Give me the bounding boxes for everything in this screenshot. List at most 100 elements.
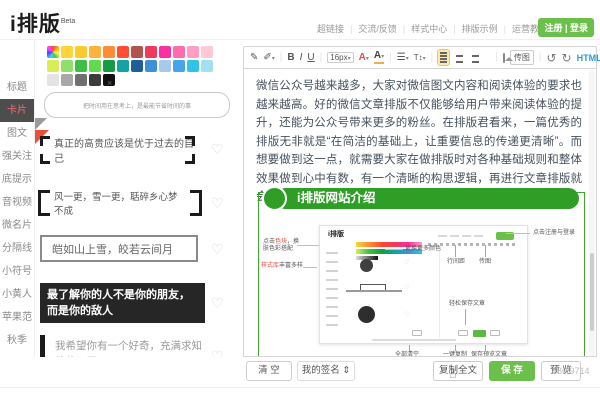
app-logo[interactable]: i排版Beta	[10, 8, 75, 38]
annotation-save: 轻松保存文章	[449, 301, 486, 307]
color-swatch[interactable]	[47, 60, 59, 72]
font-size-dropdown[interactable]: 16px▾	[327, 52, 354, 63]
color-swatch[interactable]	[89, 60, 101, 72]
color-swatch[interactable]	[117, 46, 129, 58]
nav-divider: |	[350, 23, 353, 34]
save-button[interactable]: 保 存	[489, 361, 535, 381]
font-color-button[interactable]: A▾	[359, 52, 369, 63]
style-card-rounded[interactable]: 把时间用在思考上，是最能节省时间的事	[44, 92, 230, 118]
align-justify-button[interactable]	[486, 50, 490, 65]
annotation-line	[409, 345, 410, 351]
color-swatch[interactable]	[159, 46, 171, 58]
color-swatch[interactable]	[61, 74, 73, 86]
color-swatch[interactable]	[61, 60, 73, 72]
sidebar-item-bottomtip[interactable]: 底提示	[0, 168, 34, 191]
register-login-button[interactable]: 注册 | 登录	[538, 18, 594, 37]
undo-icon[interactable]: ↺	[546, 51, 556, 65]
color-swatch[interactable]	[89, 74, 101, 86]
format-painter-icon[interactable]: ✎	[250, 52, 258, 63]
nav-layout-demo[interactable]: 排版示例	[462, 22, 498, 35]
style-card-side-brackets[interactable]: 风一更，雪一更，聒碎乡心梦不成	[38, 190, 202, 217]
color-swatch[interactable]	[187, 60, 199, 72]
sidebar-item-autumn[interactable]: 秋季	[0, 329, 34, 352]
favorite-heart-icon[interactable]: ♡	[211, 195, 224, 212]
color-swatch[interactable]	[173, 60, 185, 72]
underline-button[interactable]: U	[307, 52, 314, 63]
align-center-button[interactable]	[454, 50, 465, 65]
bracket-corner-icon	[185, 136, 195, 146]
align-left-button[interactable]	[437, 49, 451, 66]
clear-button[interactable]: 清 空	[246, 361, 292, 381]
sidebar-item-symbol[interactable]: 小符号	[0, 260, 34, 283]
list-dropdown[interactable]: ☰▾	[397, 52, 409, 63]
color-swatch[interactable]	[201, 60, 213, 72]
color-swatch[interactable]	[159, 60, 171, 72]
sidebar-item-audiovideo[interactable]: 音视频	[0, 191, 34, 214]
color-swatch[interactable]	[103, 60, 115, 72]
nav-feedback[interactable]: 交流/反馈	[358, 22, 397, 35]
color-palette-row3	[47, 74, 115, 86]
color-swatch[interactable]	[103, 46, 115, 58]
align-right-button[interactable]	[470, 50, 481, 65]
annotation-line	[455, 245, 456, 257]
footer-bar: 清 空 我的签名 ⇕ 复制全文 保 存 预 览 286/9714 ☝	[0, 357, 600, 400]
mini-divider	[439, 250, 440, 338]
html-source-button[interactable]: HTML	[577, 53, 600, 63]
image-icon[interactable]	[502, 52, 513, 63]
favorite-heart-icon[interactable]: ♡	[211, 295, 224, 312]
color-swatch[interactable]	[201, 46, 213, 58]
favorite-heart-icon[interactable]: ♡	[211, 241, 224, 258]
toolbar-divider: |	[430, 52, 434, 63]
style-card-plain-border[interactable]: 皑如山上雪，皎若云间月	[40, 235, 198, 262]
sidebar-item-apple[interactable]: 苹果范	[0, 306, 34, 329]
annotation-line	[385, 249, 403, 250]
annotation-palette: 点击色块，换 肤色彩搭配	[263, 239, 300, 252]
line-height-dropdown[interactable]: T↕▾	[414, 53, 426, 62]
color-swatch[interactable]	[131, 60, 143, 72]
color-swatch[interactable]	[131, 46, 143, 58]
toolbar-divider: |	[538, 52, 542, 63]
style-card-text: 风一更，雪一更，聒碎乡心梦不成	[54, 192, 178, 217]
color-swatch[interactable]	[117, 60, 129, 72]
sidebar-item-card[interactable]: 卡片	[0, 99, 34, 122]
italic-button[interactable]: I	[300, 52, 303, 63]
background-color-button[interactable]: A▾	[373, 51, 385, 64]
clear-format-icon[interactable]: ✐▾	[263, 52, 274, 63]
copy-all-button[interactable]: 复制全文	[433, 361, 483, 381]
sidebar-item-namecard[interactable]: 微名片	[0, 214, 34, 237]
color-swatch[interactable]	[61, 46, 73, 58]
annotation-line	[455, 345, 456, 351]
upload-image-button[interactable]: 传图	[509, 50, 534, 65]
color-swatch[interactable]	[75, 74, 87, 86]
annotation-line-height: 行间距	[447, 259, 466, 265]
color-swatch[interactable]	[47, 74, 59, 86]
my-signature-dropdown[interactable]: 我的签名 ⇕	[297, 361, 355, 381]
scrollbar-thumb[interactable]	[590, 253, 594, 331]
color-swatch[interactable]	[173, 46, 185, 58]
nav-style-center[interactable]: 样式中心	[411, 22, 447, 35]
sidebar-item-minion[interactable]: 小黄人	[0, 283, 34, 306]
sidebar-item-imagetext[interactable]: 图文	[0, 122, 34, 145]
sidebar-item-title[interactable]: 标题	[0, 76, 34, 99]
color-swatch[interactable]	[145, 60, 157, 72]
color-swatch[interactable]	[47, 46, 59, 58]
sidebar-item-follow[interactable]: 强关注	[0, 145, 34, 168]
mini-sidebar	[326, 252, 338, 326]
color-swatch[interactable]	[75, 60, 87, 72]
intro-title: i排版网站介绍	[275, 188, 579, 209]
favorite-heart-icon[interactable]: ♡	[211, 141, 224, 158]
redo-icon[interactable]: ↻	[562, 51, 572, 65]
nav-hyperlink[interactable]: 超链接	[317, 22, 344, 35]
color-swatch[interactable]	[145, 46, 157, 58]
color-swatch[interactable]	[187, 46, 199, 58]
style-list-panel: × 把时间用在思考上，是最能节省时间的事 真正的高贵应该是优于过去的自己 ♡ 风…	[35, 40, 237, 400]
sidebar-item-divider[interactable]: 分隔线	[0, 237, 34, 260]
bold-button[interactable]: B	[287, 52, 294, 63]
editor-content[interactable]: 微信公众号越来越多，大家对微信图文内容和阅读体验的要求也越来越高。好的微信文章排…	[243, 69, 597, 357]
color-swatch[interactable]	[89, 46, 101, 58]
annotation-line	[303, 267, 317, 268]
color-swatch[interactable]	[75, 46, 87, 58]
style-card-corner-brackets[interactable]: 真正的高贵应该是优于过去的自己	[40, 136, 195, 165]
style-card-black[interactable]: 最了解你的人不是你的朋友，而是你的敌人	[40, 283, 205, 323]
intro-screenshot-image[interactable]: i排版 ♡ ♡ ♡	[319, 225, 528, 344]
